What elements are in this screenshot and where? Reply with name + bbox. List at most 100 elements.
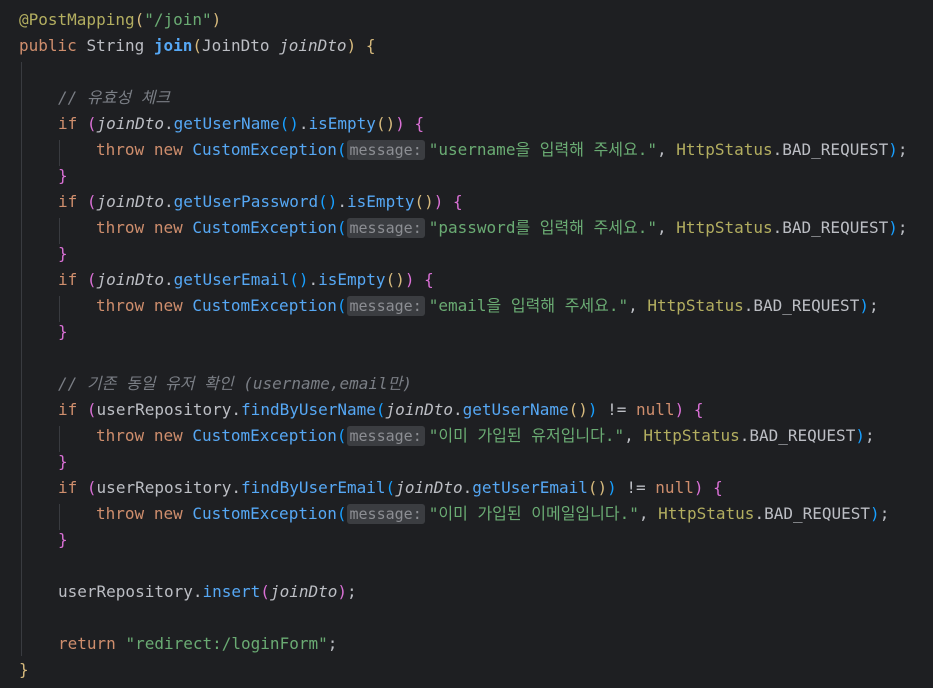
code-line-close[interactable]: }: [58, 241, 68, 267]
code-line-return[interactable]: return "redirect:/loginForm";: [58, 631, 337, 657]
getter-call: getUserName: [173, 114, 280, 133]
param-type: JoinDto: [202, 36, 270, 55]
var-ref: joinDto: [96, 114, 164, 133]
code-line-throw[interactable]: throw new CustomException(message: "usern…: [96, 137, 908, 163]
code-line-comment[interactable]: // 기존 동일 유저 확인 (username,email만): [58, 371, 412, 397]
throw-keyword: throw: [96, 504, 145, 523]
param-hint: message:: [346, 426, 425, 446]
status-class: HttpStatus: [658, 504, 755, 523]
code-line-close[interactable]: }: [58, 319, 68, 345]
code-line-throw[interactable]: throw new CustomException(message: "email…: [96, 293, 879, 319]
brace: {: [424, 270, 434, 289]
if-keyword: if: [58, 270, 78, 289]
new-keyword: new: [153, 504, 183, 523]
if-keyword: if: [58, 114, 78, 133]
if-keyword: if: [58, 478, 78, 497]
param-hint: message:: [346, 140, 425, 160]
isempty-call: isEmpty: [347, 192, 415, 211]
code-line-comment[interactable]: // 유효성 체크: [58, 85, 170, 111]
param-hint: message:: [346, 218, 425, 238]
brace: {: [414, 114, 425, 133]
mapping-path: "/join": [144, 10, 212, 29]
getter-call: getUserEmail: [173, 270, 290, 289]
code-line-insert[interactable]: userRepository.insert(joinDto);: [58, 579, 357, 605]
code-line-close[interactable]: }: [58, 163, 68, 189]
brace: }: [58, 530, 68, 549]
paren: (: [192, 36, 203, 55]
paren: ): [433, 192, 444, 211]
paren: (: [336, 140, 347, 159]
message-string: "이미 가입된 유저입니다.": [428, 426, 625, 445]
paren: (: [86, 400, 97, 419]
exception-class: CustomException: [192, 426, 337, 445]
paren: (: [134, 10, 145, 29]
paren: (: [86, 192, 97, 211]
code-line-if[interactable]: if (joinDto.getUserName().isEmpty()) {: [58, 111, 424, 137]
modifier: public: [19, 36, 77, 55]
var-ref: joinDto: [385, 400, 453, 419]
message-string: "이미 가입된 이메일입니다.": [428, 504, 639, 523]
isempty-call: isEmpty: [308, 114, 376, 133]
paren: (: [260, 582, 270, 601]
paren: ): [607, 478, 617, 497]
if-keyword: if: [58, 192, 78, 211]
exception-class: CustomException: [192, 218, 337, 237]
message-string: "username을 입력해 주세요.": [428, 140, 658, 159]
paren: ): [674, 400, 685, 419]
isempty-call: isEmpty: [318, 270, 386, 289]
paren: (): [587, 478, 608, 497]
indent-guide: [21, 62, 22, 656]
var-ref: joinDto: [96, 270, 164, 289]
var-ref: joinDto: [269, 582, 338, 601]
code-line-annotation[interactable]: @PostMapping("/join"): [19, 7, 221, 33]
brace: }: [58, 166, 68, 185]
new-keyword: new: [153, 218, 183, 237]
code-editor[interactable]: @PostMapping("/join") public String join…: [0, 0, 933, 688]
annotation: @PostMapping: [19, 10, 135, 29]
exception-class: CustomException: [192, 140, 337, 159]
paren: ): [888, 140, 898, 159]
code-line-throw[interactable]: throw new CustomException(message: "passw…: [96, 215, 908, 241]
new-keyword: new: [153, 426, 183, 445]
exception-class: CustomException: [192, 504, 337, 523]
status-value: BAD_REQUEST: [782, 218, 889, 237]
paren: (): [289, 270, 309, 289]
code-line-if[interactable]: if (joinDto.getUserPassword().isEmpty())…: [58, 189, 463, 215]
code-line-signature[interactable]: public String join(JoinDto joinDto) {: [19, 33, 375, 59]
comment-validation: // 유효성 체크: [58, 88, 171, 107]
paren: (: [86, 270, 97, 289]
code-line-if[interactable]: if (userRepository.findByUserEmail(joinD…: [58, 475, 723, 501]
paren: (): [375, 114, 396, 133]
status-class: HttpStatus: [647, 296, 744, 315]
paren: (): [318, 192, 338, 211]
brace: {: [453, 192, 463, 211]
status-class: HttpStatus: [676, 218, 773, 237]
code-line-if[interactable]: if (joinDto.getUserEmail().isEmpty()) {: [58, 267, 434, 293]
null-keyword: null: [655, 478, 694, 497]
code-line-close[interactable]: }: [19, 657, 29, 683]
paren: (: [385, 478, 396, 497]
if-keyword: if: [58, 400, 78, 419]
paren: (: [336, 504, 347, 523]
message-string: "password를 입력해 주세요.": [428, 218, 658, 237]
code-line-close[interactable]: }: [58, 527, 68, 553]
paren: (: [86, 478, 97, 497]
paren: ): [870, 504, 880, 523]
comment-duplicate: // 기존 동일 유저 확인 (username,email만): [58, 374, 413, 393]
status-class: HttpStatus: [676, 140, 773, 159]
getter-call: getUserEmail: [472, 478, 588, 497]
code-line-throw[interactable]: throw new CustomException(message: "이미 가입…: [96, 501, 889, 527]
brace: }: [58, 244, 68, 263]
null-keyword: null: [636, 400, 675, 419]
paren: (): [385, 270, 405, 289]
brace: {: [713, 478, 723, 497]
paren: ): [211, 10, 222, 29]
throw-keyword: throw: [96, 296, 145, 315]
code-line-if[interactable]: if (userRepository.findByUserName(joinDt…: [58, 397, 703, 423]
code-line-throw[interactable]: throw new CustomException(message: "이미 가입…: [96, 423, 875, 449]
exception-class: CustomException: [192, 296, 337, 315]
code-line-close[interactable]: }: [58, 449, 68, 475]
return-type: String: [86, 36, 145, 55]
throw-keyword: throw: [96, 140, 145, 159]
paren: (): [279, 114, 299, 133]
